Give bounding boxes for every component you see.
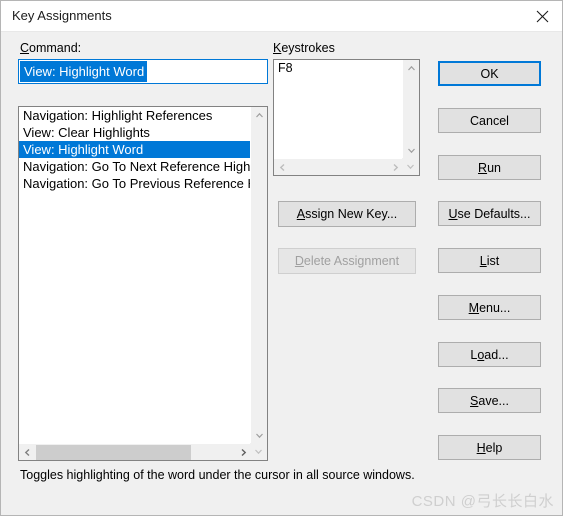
load-button[interactable]: Load... bbox=[438, 342, 541, 367]
chevron-down-glyph bbox=[408, 148, 415, 154]
keystrokes-label-rest: eystrokes bbox=[281, 41, 335, 55]
chevron-left-icon[interactable] bbox=[19, 444, 36, 460]
assign-new-key-label: Assign New Key... bbox=[297, 207, 398, 221]
command-list-horizontal-scrollbar[interactable] bbox=[19, 443, 252, 460]
save-button[interactable]: Save... bbox=[438, 388, 541, 413]
chevron-down-glyph bbox=[407, 164, 414, 170]
chevron-up-icon[interactable] bbox=[403, 60, 419, 77]
command-label-accel: C bbox=[20, 41, 30, 55]
chevron-down-icon[interactable] bbox=[402, 158, 419, 175]
chevron-down-glyph bbox=[256, 433, 263, 439]
chevron-left-glyph bbox=[279, 163, 285, 172]
load-rest: ad... bbox=[484, 347, 509, 362]
ok-label: OK bbox=[480, 66, 499, 81]
menu-button[interactable]: Menu... bbox=[438, 295, 541, 320]
chevron-right-glyph bbox=[393, 163, 399, 172]
command-input[interactable]: View: Highlight Word bbox=[18, 59, 268, 84]
save-rest: ave... bbox=[478, 393, 509, 408]
run-rest: un bbox=[487, 160, 501, 175]
command-description: Toggles highlighting of the word under t… bbox=[20, 468, 415, 482]
delete-assignment-rest: elete Assignment bbox=[303, 254, 400, 268]
window-title: Key Assignments bbox=[12, 8, 112, 23]
cancel-label: Cancel bbox=[470, 113, 509, 128]
command-label: Command: bbox=[20, 41, 81, 55]
assign-new-key-rest: ssign New Key... bbox=[305, 207, 398, 221]
chevron-down-icon[interactable] bbox=[250, 443, 267, 460]
delete-assignment-accel: D bbox=[294, 254, 304, 268]
title-bar: Key Assignments bbox=[1, 1, 562, 32]
command-list-items: Navigation: Highlight References View: C… bbox=[19, 107, 252, 444]
use-defaults-button[interactable]: Use Defaults... bbox=[438, 201, 541, 226]
close-icon[interactable] bbox=[520, 1, 562, 31]
keystrokes-scroll-corner bbox=[402, 158, 419, 175]
delete-assignment-label: Delete Assignment bbox=[295, 254, 399, 268]
command-input-value: View: Highlight Word bbox=[20, 61, 148, 82]
save-label: Save... bbox=[470, 394, 509, 408]
list-item[interactable]: View: Clear Highlights bbox=[19, 124, 252, 141]
keystrokes-vertical-scrollbar[interactable] bbox=[402, 60, 419, 159]
watermark: CSDN @弓长长白水 bbox=[411, 493, 554, 510]
run-label: Run bbox=[478, 161, 501, 175]
list-item[interactable]: Navigation: Highlight References bbox=[19, 107, 252, 124]
ok-button[interactable]: OK bbox=[438, 61, 541, 86]
use-defaults-rest: se Defaults... bbox=[457, 206, 531, 221]
delete-assignment-button: Delete Assignment bbox=[278, 248, 416, 274]
help-label: Help bbox=[477, 441, 503, 455]
load-label: Load... bbox=[470, 348, 508, 362]
help-button[interactable]: Help bbox=[438, 435, 541, 460]
run-accel: R bbox=[478, 160, 488, 175]
chevron-up-glyph bbox=[256, 112, 263, 118]
list-item[interactable]: Navigation: Go To Previous Reference Hig… bbox=[19, 175, 252, 192]
chevron-right-glyph bbox=[241, 448, 247, 457]
chevron-down-icon[interactable] bbox=[403, 142, 419, 159]
use-defaults-label: Use Defaults... bbox=[449, 207, 531, 221]
chevron-down-glyph bbox=[255, 449, 262, 455]
command-list-box[interactable]: Navigation: Highlight References View: C… bbox=[18, 106, 268, 461]
use-defaults-accel: U bbox=[448, 206, 458, 221]
key-assignments-dialog: Key Assignments Command: View: Highlight… bbox=[0, 0, 563, 516]
help-rest: elp bbox=[485, 440, 503, 455]
command-label-rest: ommand: bbox=[29, 41, 82, 55]
keystrokes-label: Keystrokes bbox=[273, 41, 335, 55]
keystrokes-horizontal-scrollbar[interactable] bbox=[274, 158, 404, 175]
chevron-left-icon[interactable] bbox=[274, 159, 291, 175]
list-item[interactable]: Navigation: Go To Next Reference Highlig… bbox=[19, 158, 252, 175]
command-list-scroll-thumb[interactable] bbox=[36, 445, 191, 460]
help-accel: H bbox=[476, 440, 486, 455]
assign-new-key-button[interactable]: Assign New Key... bbox=[278, 201, 416, 227]
list-accel: L bbox=[479, 253, 487, 268]
list-button[interactable]: List bbox=[438, 248, 541, 273]
list-label: List bbox=[480, 254, 499, 268]
menu-label: Menu... bbox=[469, 301, 511, 315]
command-list-scroll-corner bbox=[250, 443, 267, 460]
chevron-up-icon[interactable] bbox=[251, 107, 267, 124]
chevron-left-glyph bbox=[24, 448, 30, 457]
chevron-up-glyph bbox=[408, 65, 415, 71]
run-button[interactable]: Run bbox=[438, 155, 541, 180]
keystroke-item[interactable]: F8 bbox=[274, 60, 404, 77]
menu-accel: M bbox=[468, 300, 480, 315]
close-glyph bbox=[536, 10, 548, 22]
keystrokes-list-box[interactable]: F8 bbox=[273, 59, 420, 176]
list-item-selected[interactable]: View: Highlight Word bbox=[19, 141, 252, 158]
assign-new-key-accel: A bbox=[296, 207, 306, 221]
command-list-vertical-scrollbar[interactable] bbox=[250, 107, 267, 444]
menu-rest: enu... bbox=[479, 300, 511, 315]
keystrokes-items: F8 bbox=[274, 60, 404, 159]
list-rest: ist bbox=[486, 253, 500, 268]
chevron-down-icon[interactable] bbox=[251, 427, 267, 444]
cancel-button[interactable]: Cancel bbox=[438, 108, 541, 133]
